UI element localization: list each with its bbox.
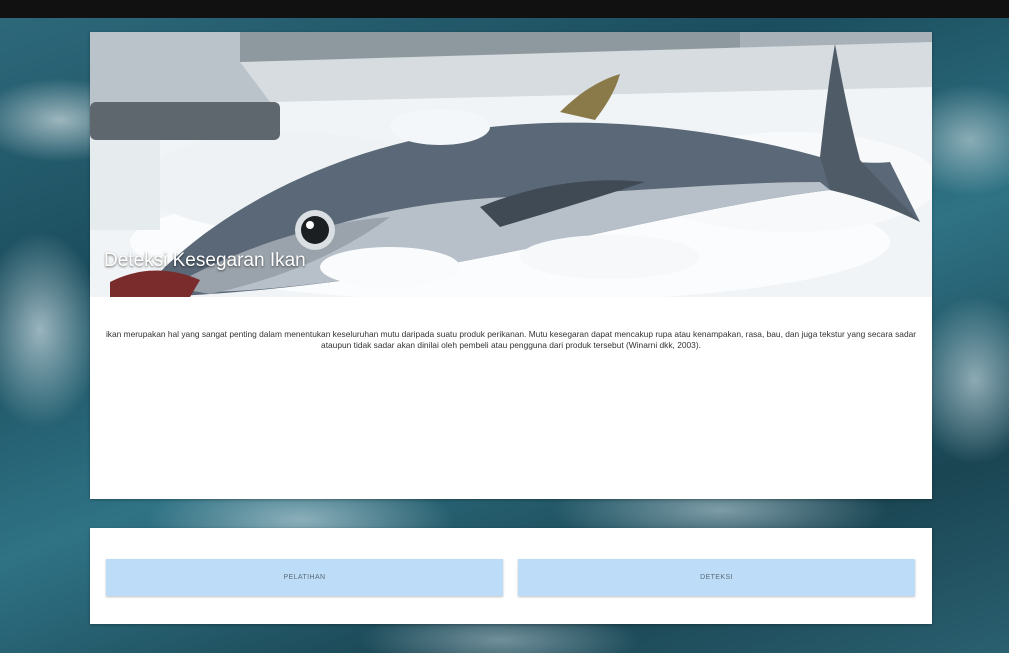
description-text: ikan merupakan hal yang sangat penting d… [105,329,917,351]
hero-image: Deteksi Kesegaran Ikan [90,32,932,297]
hero-title: Deteksi Kesegaran Ikan [104,250,306,271]
deteksi-button[interactable]: DETEKSI [518,559,915,596]
window-title-bar [0,0,1009,18]
pelatihan-button[interactable]: PELATIHAN [106,559,503,596]
action-panel: PELATIHAN DETEKSI [90,528,932,624]
info-card: Deteksi Kesegaran Ikan ikan merupakan ha… [90,32,932,499]
